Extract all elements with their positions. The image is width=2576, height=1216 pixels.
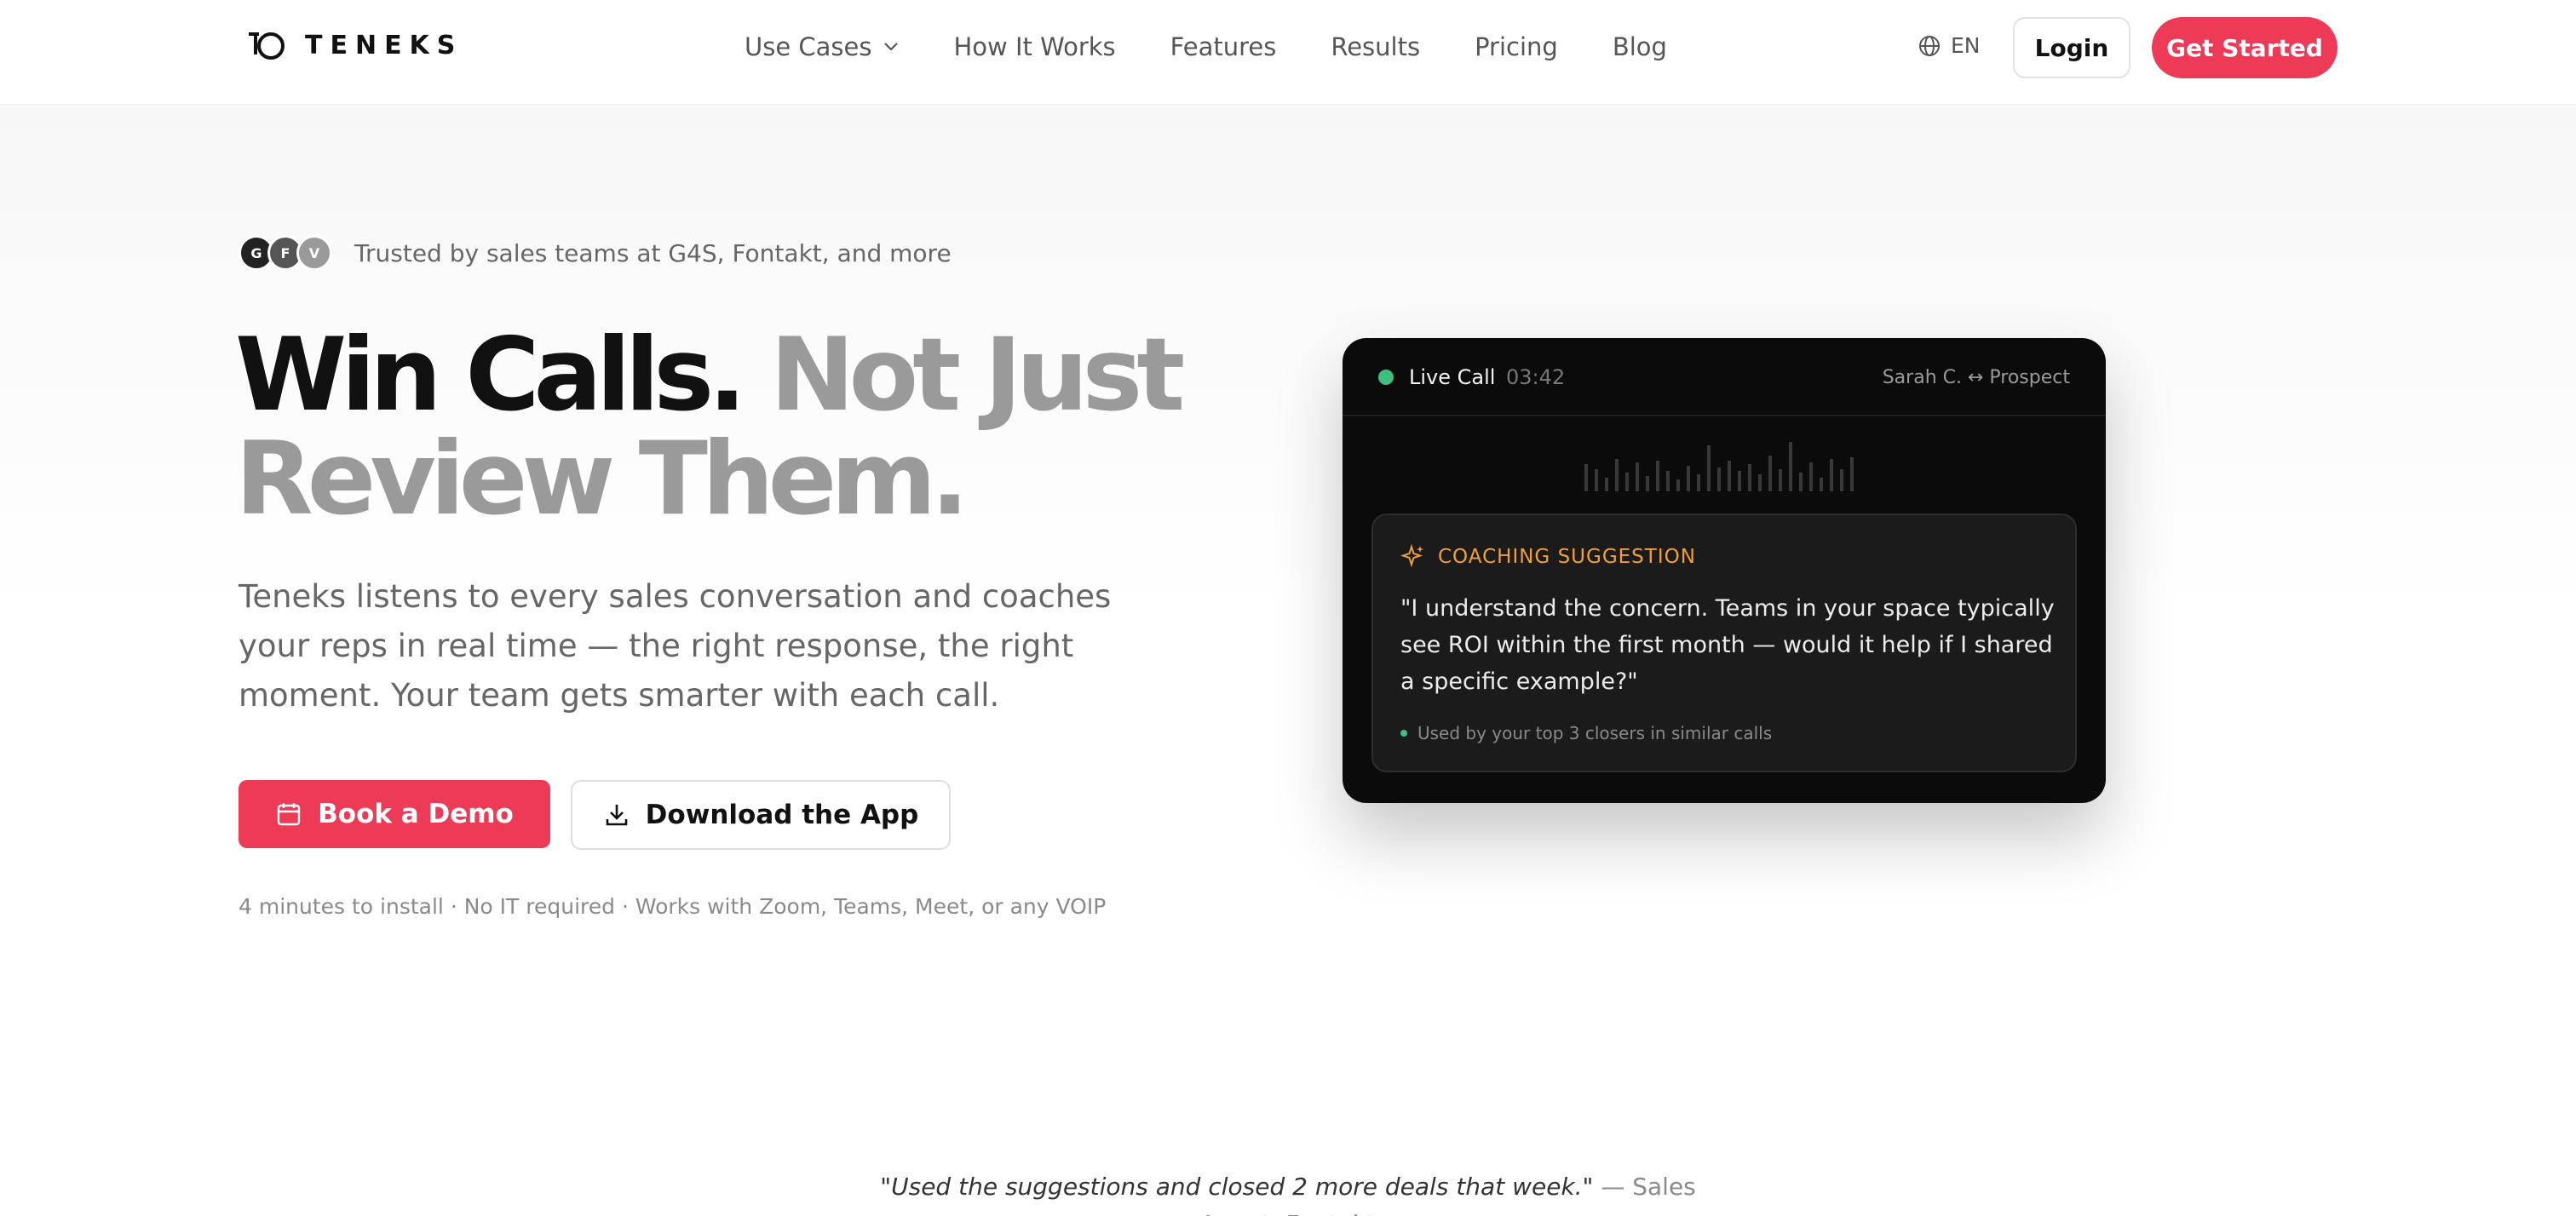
nav-results[interactable]: Results — [1331, 32, 1420, 61]
note-status-dot — [1400, 730, 1407, 737]
trusted-by: G F V Trusted by sales teams at G4S, Fon… — [239, 235, 952, 271]
coaching-suggestion-note-text: Used by your top 3 closers in similar ca… — [1417, 723, 1773, 743]
headline-dark: Win Calls. — [235, 317, 746, 434]
coaching-suggestion: COACHING SUGGESTION "I understand the co… — [1371, 513, 2077, 772]
live-call-header: Live Call 03:42 Sarah C. ↔ Prospect — [1343, 338, 2106, 416]
nav-use-cases-label: Use Cases — [745, 32, 872, 61]
hero-headline: Win Calls. Not Just Review Them. — [235, 324, 1291, 531]
headline-gray-1: Not Just — [769, 317, 1185, 434]
live-call-label: Live Call — [1409, 365, 1496, 389]
nav-blog[interactable]: Blog — [1613, 32, 1667, 61]
nav-use-cases[interactable]: Use Cases — [745, 32, 899, 61]
avatar: V — [296, 235, 332, 271]
coaching-suggestion-note: Used by your top 3 closers in similar ca… — [1400, 723, 1772, 743]
coaching-suggestion-header: COACHING SUGGESTION — [1400, 544, 1696, 570]
language-label: EN — [1951, 33, 1981, 58]
teneks-logo-icon — [249, 32, 285, 60]
sparkle-icon — [1400, 544, 1423, 568]
chevron-down-icon — [884, 43, 899, 51]
get-started-button[interactable]: Get Started — [2152, 17, 2337, 78]
main-nav: Use Cases How It Works Features Results … — [745, 32, 1667, 61]
trusted-text: Trusted by sales teams at G4S, Fontakt, … — [354, 238, 952, 267]
download-icon — [606, 805, 627, 826]
nav-how-it-works[interactable]: How It Works — [953, 32, 1115, 61]
brand-name: TENEKS — [305, 30, 463, 60]
live-call-card: Live Call 03:42 Sarah C. ↔ Prospect COAC… — [1343, 338, 2106, 803]
coaching-suggestion-title: COACHING SUGGESTION — [1438, 546, 1696, 568]
nav-pricing[interactable]: Pricing — [1475, 32, 1558, 61]
login-button[interactable]: Login — [2013, 17, 2130, 78]
nav-features[interactable]: Features — [1170, 32, 1277, 61]
brand-logo[interactable]: TENEKS — [247, 29, 463, 61]
install-meta: 4 minutes to install · No IT required · … — [239, 894, 1107, 919]
live-call-parties: Sarah C. ↔ Prospect — [1882, 367, 2070, 388]
live-call-duration: 03:42 — [1506, 365, 1566, 389]
language-selector[interactable]: EN — [1918, 33, 1981, 58]
hero-subtext: Teneks listens to every sales conversati… — [239, 578, 1112, 714]
testimonial: "Used the suggestions and closed 2 more … — [852, 1168, 1724, 1216]
testimonial-quote: "Used the suggestions and closed 2 more … — [880, 1173, 1594, 1201]
calendar-icon — [277, 803, 301, 826]
coaching-suggestion-quote: "I understand the concern. Teams in your… — [1400, 595, 2055, 695]
download-app-label: Download the App — [645, 800, 919, 830]
globe-icon — [1919, 35, 1940, 56]
download-app-button[interactable]: Download the App — [571, 780, 951, 850]
audio-waveform — [1584, 442, 1854, 491]
site-header: TENEKS Use Cases How It Works Features R… — [0, 0, 2576, 106]
book-demo-label: Book a Demo — [318, 799, 514, 829]
live-status-dot — [1378, 370, 1394, 385]
customer-avatars: G F V — [239, 235, 332, 271]
book-demo-button[interactable]: Book a Demo — [239, 780, 550, 848]
headline-gray-2: Review Them. — [235, 421, 969, 538]
